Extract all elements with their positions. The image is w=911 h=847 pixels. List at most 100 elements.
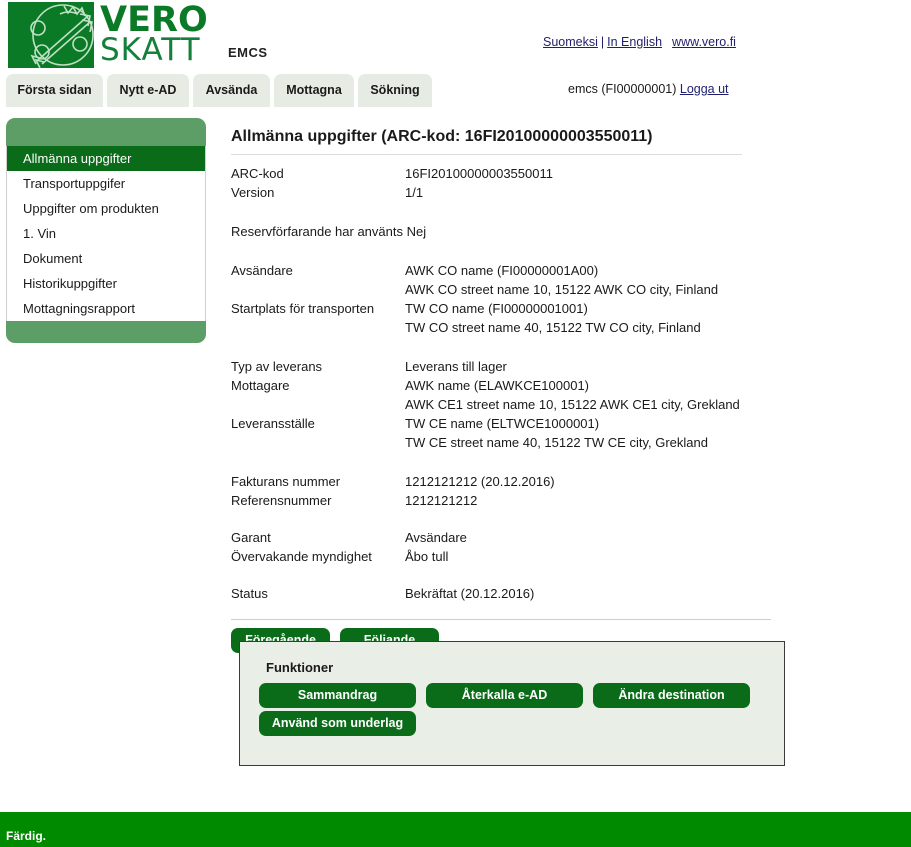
vero-skatt-logo[interactable]: VERO SKATT — [8, 2, 208, 68]
sidebar-nav: Allmänna uppgifter Transportuppgifer Uppgi… — [6, 118, 206, 343]
link-in-english[interactable]: In English — [607, 35, 662, 49]
sidebar-item-5[interactable]: Historikuppgifter — [7, 271, 205, 296]
tab-2[interactable]: Avsända — [193, 74, 270, 107]
detail-label: Övervakande myndighet — [231, 549, 372, 564]
detail-row: Avsändare AWK CO name (FI00000001A00) — [231, 261, 891, 280]
app-name-label: EMCS — [228, 45, 268, 60]
tab-4[interactable]: Sökning — [358, 74, 432, 107]
fallback-procedure-line: Reservförfarande har använts Nej — [231, 224, 427, 239]
detail-label — [231, 318, 405, 337]
link-separator: | — [600, 35, 605, 49]
link-vero-fi[interactable]: www.vero.fi — [672, 35, 736, 49]
detail-group-identification: ARC-kod 16FI20100000003550011 Version 1/1 — [231, 164, 891, 202]
detail-value: AWK name (ELAWKCE100001) — [405, 378, 589, 393]
detail-value: TW CO name (FI00000001001) — [405, 301, 588, 316]
detail-value: 16FI20100000003550011 — [405, 166, 553, 181]
detail-label — [231, 433, 405, 452]
sidebar-item-4[interactable]: Dokument — [7, 246, 205, 271]
detail-row: Övervakande myndighet Åbo tull — [231, 547, 891, 566]
content-bottom-divider — [231, 619, 771, 620]
detail-value: AWK CE1 street name 10, 15122 AWK CE1 ci… — [405, 397, 740, 412]
tab-3[interactable]: Mottagna — [274, 74, 354, 107]
sidebar-item-0[interactable]: Allmänna uppgifter — [7, 146, 205, 171]
detail-group-consignor: Avsändare AWK CO name (FI00000001A00) AWK … — [231, 261, 891, 337]
main-content: Allmänna uppgifter (ARC-kod: 16FI2010000… — [231, 128, 891, 653]
detail-label: Garant — [231, 530, 271, 545]
functions-panel: Funktioner Sammandrag Återkalla e-AD Ändra… — [239, 641, 785, 766]
detail-row: AWK CO street name 10, 15122 AWK CO city… — [231, 280, 891, 299]
detail-row: Referensnummer 1212121212 — [231, 491, 891, 510]
detail-label — [231, 280, 405, 299]
detail-row: ARC-kod 16FI20100000003550011 — [231, 164, 891, 183]
detail-row: Typ av leverans Leverans till lager — [231, 357, 891, 376]
status-bar: Färdig. — [0, 812, 911, 847]
detail-group-invoice: Fakturans nummer 1212121212 (20.12.2016) R… — [231, 472, 891, 510]
detail-label: Leveransställe — [231, 416, 315, 431]
sidebar-item-6[interactable]: Mottagningsrapport — [7, 296, 205, 321]
language-links: Suomeksi | In English www.vero.fi — [543, 35, 736, 49]
sidebar-item-1[interactable]: Transportuppgifer — [7, 171, 205, 196]
function-button-1[interactable]: Återkalla e-AD — [426, 683, 583, 708]
detail-row: Startplats för transporten TW CO name (FI… — [231, 299, 891, 318]
page-title: Allmänna uppgifter (ARC-kod: 16FI2010000… — [231, 128, 653, 145]
detail-label — [231, 395, 405, 414]
function-button-row2-0[interactable]: Använd som underlag — [259, 711, 416, 736]
detail-value: TW CO street name 40, 15122 TW CO city, … — [405, 320, 701, 335]
title-divider — [231, 154, 742, 155]
function-button-0[interactable]: Sammandrag — [259, 683, 416, 708]
detail-label: Startplats för transporten — [231, 301, 375, 316]
detail-label: Referensnummer — [231, 493, 332, 508]
link-suomeksi[interactable]: Suomeksi — [543, 35, 598, 49]
page-header: VERO SKATT EMCS Suomeksi | In English www.v… — [0, 0, 911, 96]
detail-value: Leverans till lager — [405, 359, 507, 374]
detail-value: AWK CO street name 10, 15122 AWK CO city… — [405, 282, 719, 297]
sidebar-item-3[interactable]: 1. Vin — [7, 221, 205, 246]
logo-skatt-text: SKATT — [100, 32, 201, 68]
detail-value: 1212121212 (20.12.2016) — [405, 474, 555, 489]
detail-label: Mottagare — [231, 378, 290, 393]
vero-crest-icon — [8, 2, 94, 68]
detail-value: TW CE name (ELTWCE1000001) — [405, 416, 600, 431]
detail-row: TW CE street name 40, 15122 TW CE city, … — [231, 433, 891, 452]
detail-row: AWK CE1 street name 10, 15122 AWK CE1 ci… — [231, 395, 891, 414]
detail-value: AWK CO name (FI00000001A00) — [405, 263, 599, 278]
sidebar-item-list: Allmänna uppgifter Transportuppgifer Uppgi… — [6, 146, 206, 321]
detail-row: TW CO street name 40, 15122 TW CO city, … — [231, 318, 891, 337]
detail-row: Version 1/1 — [231, 183, 891, 202]
functions-button-row-2: Använd som underlag — [259, 711, 416, 736]
detail-label: Version — [231, 185, 275, 200]
detail-row: Leveransställe TW CE name (ELTWCE1000001) — [231, 414, 891, 433]
detail-label: Status — [231, 586, 268, 601]
detail-value: Bekräftat (20.12.2016) — [405, 586, 535, 601]
sidebar-cap-bottom — [6, 321, 206, 343]
detail-row: Mottagare AWK name (ELAWKCE100001) — [231, 376, 891, 395]
detail-value: TW CE street name 40, 15122 TW CE city, … — [405, 435, 708, 450]
detail-label: Typ av leverans — [231, 359, 323, 374]
tab-1[interactable]: Nytt e-AD — [107, 74, 189, 107]
status-bar-text: Färdig. — [6, 829, 47, 843]
logo-wordmark: VERO SKATT — [100, 1, 208, 66]
detail-row: Status Bekräftat (20.12.2016) — [231, 584, 891, 603]
sidebar-item-2[interactable]: Uppgifter om produkten — [7, 196, 205, 221]
detail-value: 1/1 — [405, 185, 424, 200]
tab-0[interactable]: Första sidan — [6, 74, 103, 107]
detail-value: Åbo tull — [405, 549, 449, 564]
detail-label: Fakturans nummer — [231, 474, 341, 489]
detail-row: Garant Avsändare — [231, 528, 891, 547]
function-button-2[interactable]: Ändra destination — [593, 683, 750, 708]
detail-value: Avsändare — [405, 530, 467, 545]
detail-group-guarantor: Garant Avsändare Övervakande myndighet Åbo … — [231, 528, 891, 566]
detail-group-status: Status Bekräftat (20.12.2016) — [231, 584, 891, 603]
detail-value: 1212121212 — [405, 493, 478, 508]
detail-row: Fakturans nummer 1212121212 (20.12.2016) — [231, 472, 891, 491]
main-tab-bar: Första sidan Nytt e-AD Avsända Mottagna Sökn… — [0, 74, 911, 107]
detail-group-consignee: Typ av leverans Leverans till lager Mottag… — [231, 357, 891, 452]
detail-label: ARC-kod — [231, 166, 284, 181]
functions-button-row-1: Sammandrag Återkalla e-AD Ändra destinatio… — [259, 683, 760, 708]
